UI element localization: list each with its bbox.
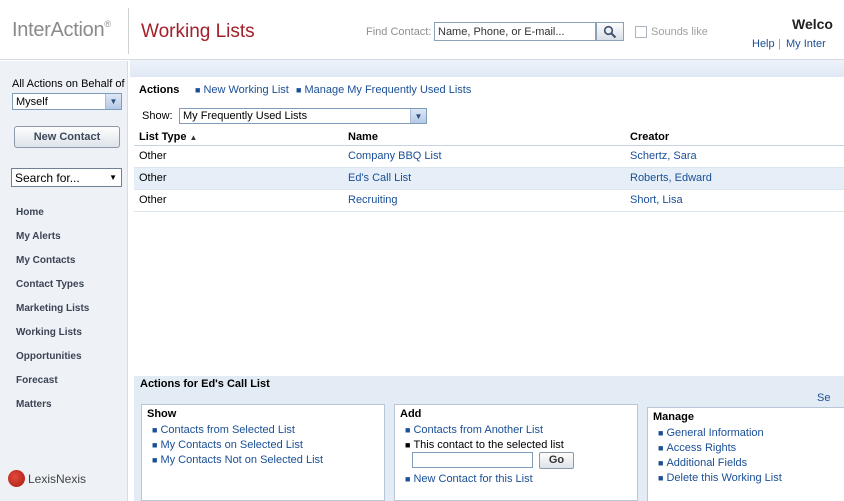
cell-name-link[interactable]: Ed's Call List xyxy=(348,172,411,184)
manage-panel-title: Manage xyxy=(653,411,694,423)
table-row[interactable]: Other Recruiting Short, Lisa xyxy=(134,190,844,212)
list-actions-title: Actions for Ed's Call List xyxy=(140,378,270,390)
sidebar-item-contact-types[interactable]: Contact Types xyxy=(16,279,84,290)
lexisnexis-logo-icon xyxy=(8,470,25,487)
bullet-icon: ■ xyxy=(405,425,411,435)
column-header-name[interactable]: Name xyxy=(348,131,378,143)
additional-fields-link[interactable]: Additional Fields xyxy=(666,457,747,469)
bullet-icon: ■ xyxy=(152,455,158,465)
new-working-list-link[interactable]: New Working List xyxy=(203,84,288,96)
add-contact-input[interactable] xyxy=(412,452,533,468)
column-header-list-type[interactable]: List Type ▲ xyxy=(139,131,197,143)
app-header: InterAction® Working Lists Find Contact:… xyxy=(0,0,844,60)
manage-frequent-lists-link[interactable]: Manage My Frequently Used Lists xyxy=(304,84,471,96)
sounds-like-label: Sounds like xyxy=(651,26,708,38)
bullet-icon: ■ xyxy=(405,440,411,450)
search-for-value: Search for... xyxy=(15,171,80,185)
bullet-icon: ■ xyxy=(405,474,411,484)
sidebar-item-marketing-lists[interactable]: Marketing Lists xyxy=(16,303,89,314)
header-strip xyxy=(130,60,844,77)
bullet-icon: ■ xyxy=(658,428,664,438)
header-separator: | xyxy=(778,38,781,50)
cell-list-type: Other xyxy=(139,150,167,162)
find-contact-button[interactable] xyxy=(596,22,624,41)
cell-creator-link[interactable]: Short, Lisa xyxy=(630,194,683,206)
sounds-like-checkbox[interactable] xyxy=(635,26,647,38)
show-panel-title: Show xyxy=(147,408,177,420)
logo-divider xyxy=(128,8,129,54)
cell-creator-link[interactable]: Roberts, Edward xyxy=(630,172,712,184)
go-button[interactable]: Go xyxy=(539,452,574,469)
show-panel: Show ■ Contacts from Selected List ■ My Co… xyxy=(141,404,385,501)
cell-list-type: Other xyxy=(139,172,167,184)
cell-name-link[interactable]: Company BBQ List xyxy=(348,150,442,162)
sort-ascending-icon: ▲ xyxy=(189,133,198,142)
sidebar-item-my-contacts[interactable]: My Contacts xyxy=(16,255,75,266)
search-icon xyxy=(603,25,617,38)
brand-footer: LexisNexis xyxy=(8,470,86,487)
show-select-value: My Frequently Used Lists xyxy=(183,110,308,122)
column-header-creator[interactable]: Creator xyxy=(630,131,669,143)
new-contact-for-list-link[interactable]: New Contact for this List xyxy=(413,473,532,485)
see-more-link[interactable]: Se xyxy=(817,392,830,404)
app-logo[interactable]: InterAction® xyxy=(12,19,111,42)
cell-name-link[interactable]: Recruiting xyxy=(348,194,398,206)
sidebar-item-home[interactable]: Home xyxy=(16,207,44,218)
table-row-selected[interactable]: Other Ed's Call List Roberts, Edward xyxy=(134,168,844,190)
bullet-icon: ■ xyxy=(152,425,158,435)
new-working-list-action[interactable]: ■ New Working List xyxy=(195,84,289,96)
my-contacts-on-selected-list-link[interactable]: My Contacts on Selected List xyxy=(160,439,302,451)
bullet-icon: ■ xyxy=(658,443,664,453)
contacts-from-another-list-link[interactable]: Contacts from Another List xyxy=(413,424,543,436)
contacts-from-selected-list-link[interactable]: Contacts from Selected List xyxy=(160,424,295,436)
bullet-icon: ■ xyxy=(195,85,201,95)
bullet-icon: ■ xyxy=(152,440,158,450)
new-contact-button[interactable]: New Contact xyxy=(14,126,120,148)
sidebar-item-working-lists[interactable]: Working Lists xyxy=(16,327,82,338)
table-header: List Type ▲ Name Creator xyxy=(134,130,844,146)
cell-list-type: Other xyxy=(139,194,167,206)
welcome-text: Welco xyxy=(792,16,833,32)
find-contact-label: Find Contact: xyxy=(366,26,432,38)
sidebar-item-matters[interactable]: Matters xyxy=(16,399,52,410)
bullet-icon: ■ xyxy=(658,458,664,468)
delete-working-list-link[interactable]: Delete this Working List xyxy=(666,472,781,484)
table-row[interactable]: Other Company BBQ List Schertz, Sara xyxy=(134,146,844,168)
cell-creator-link[interactable]: Schertz, Sara xyxy=(630,150,697,162)
search-for-select[interactable]: Search for... ▼ xyxy=(11,168,122,187)
behalf-label: All Actions on Behalf of xyxy=(12,78,125,90)
behalf-select[interactable]: Myself ▼ xyxy=(12,93,122,110)
brand-text: LexisNexis xyxy=(28,471,87,486)
sidebar-item-forecast[interactable]: Forecast xyxy=(16,375,58,386)
add-panel-title: Add xyxy=(400,408,422,420)
my-contacts-not-on-selected-list-link[interactable]: My Contacts Not on Selected List xyxy=(160,454,323,466)
show-label: Show: xyxy=(142,110,173,122)
sidebar-item-my-alerts[interactable]: My Alerts xyxy=(16,231,61,242)
chevron-down-icon[interactable]: ▼ xyxy=(105,94,121,109)
actions-title: Actions xyxy=(139,84,180,96)
general-information-link[interactable]: General Information xyxy=(666,427,763,439)
chevron-down-icon[interactable]: ▼ xyxy=(410,109,426,123)
bullet-icon: ■ xyxy=(658,473,664,483)
show-select[interactable]: My Frequently Used Lists ▼ xyxy=(179,108,427,124)
access-rights-link[interactable]: Access Rights xyxy=(666,442,736,454)
behalf-select-value: Myself xyxy=(16,96,48,108)
bullet-icon: ■ xyxy=(296,85,302,95)
page-title: Working Lists xyxy=(141,21,255,42)
add-this-contact-label: This contact to the selected list xyxy=(413,439,564,451)
help-link[interactable]: Help xyxy=(752,38,775,50)
find-contact-input[interactable] xyxy=(434,22,596,41)
manage-frequent-action[interactable]: ■ Manage My Frequently Used Lists xyxy=(296,84,471,96)
my-interaction-link[interactable]: My Inter xyxy=(786,38,826,50)
sidebar-item-opportunities[interactable]: Opportunities xyxy=(16,351,82,362)
chevron-down-icon: ▼ xyxy=(109,173,117,182)
manage-panel: Manage ■ General Information ■ Access Righ… xyxy=(647,407,844,501)
